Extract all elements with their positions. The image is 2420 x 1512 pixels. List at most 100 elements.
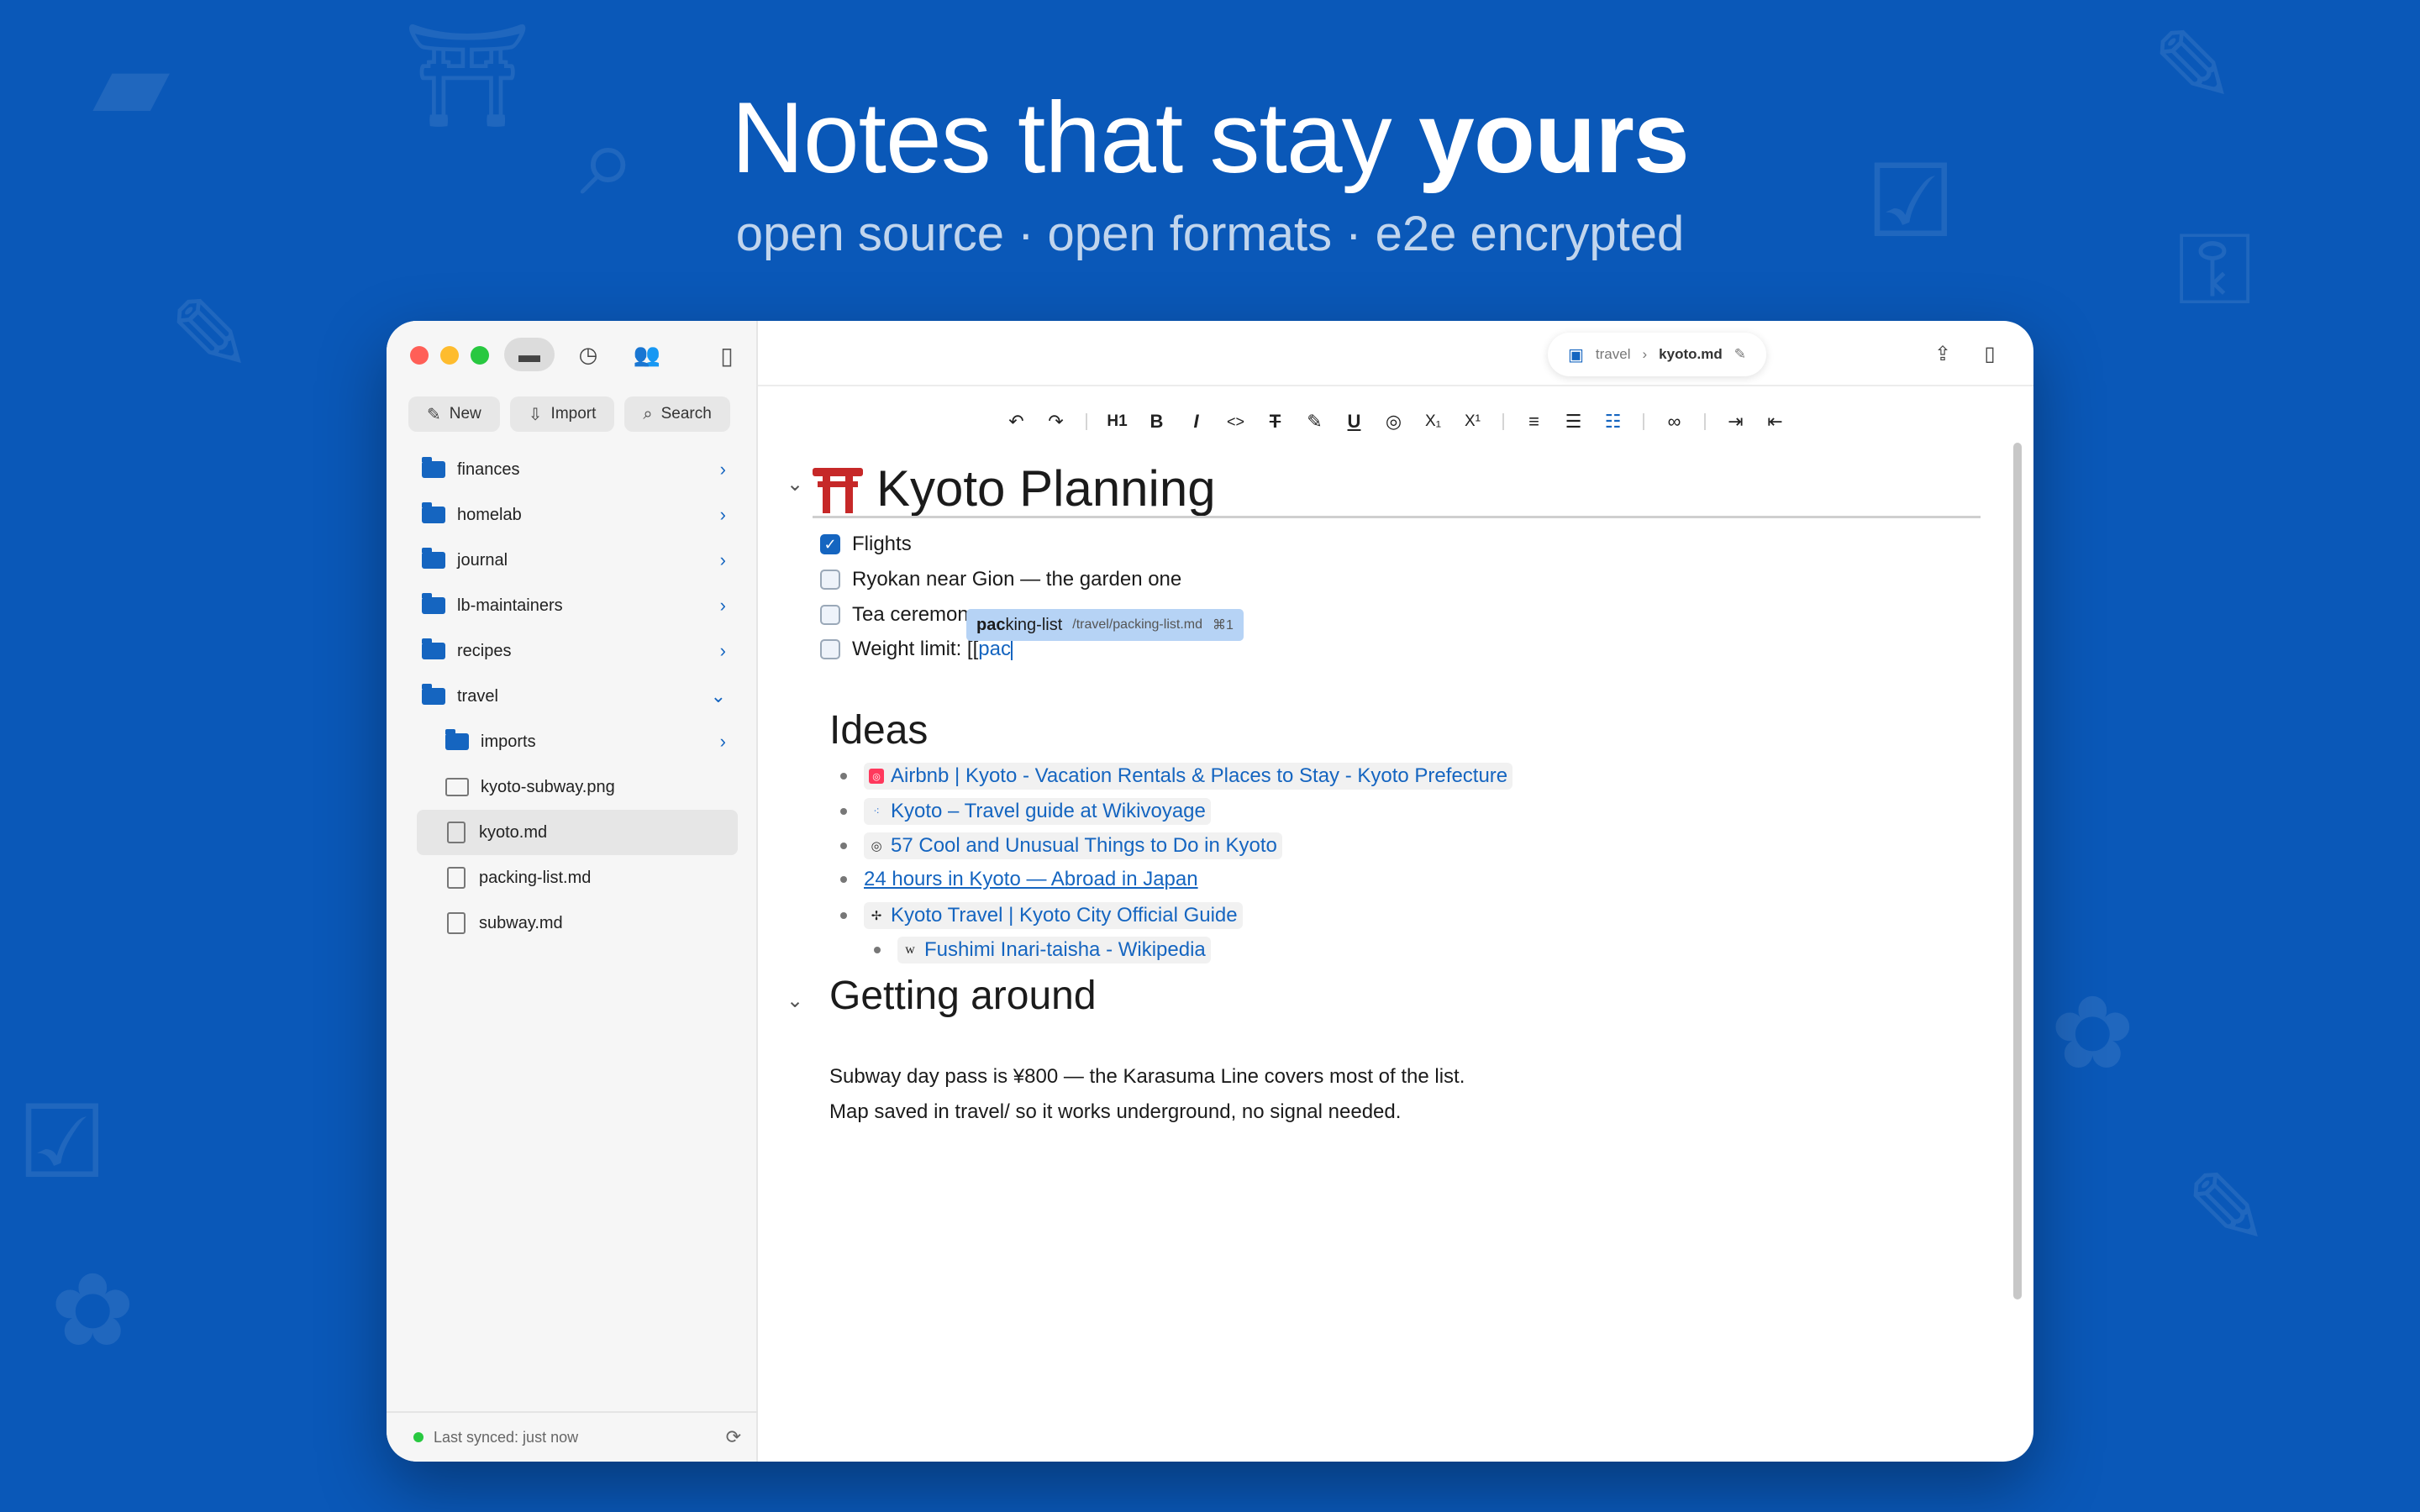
flower-icon: ✿ [50,1254,135,1367]
hero-title-prefix: Notes that stay [731,81,1418,194]
zoom-window-button[interactable] [471,346,489,365]
sync-refresh-icon[interactable]: ⟳ [726,1426,741,1448]
typed-link-query[interactable]: pac [978,638,1011,661]
toolbar-divider [1643,413,1644,430]
outdent-icon[interactable]: ⇤ [1755,405,1795,438]
torii-gate-icon [813,465,863,513]
sync-status-bar: Last synced: just now ⟳ [387,1411,758,1462]
indent-icon[interactable]: ⇥ [1716,405,1755,438]
collapse-heading-chevron-icon[interactable]: ⌄ [786,472,803,496]
new-button[interactable]: ✎ New [408,396,500,432]
suggestion-shortcut: ⌘1 [1212,618,1234,633]
breadcrumb-file[interactable]: kyoto.md [1659,346,1723,363]
ideas-heading: Ideas [829,708,929,753]
tree-item-imports[interactable]: imports › [387,719,758,764]
task-label[interactable]: Ryokan near Gion — the garden one [852,568,1181,591]
link-label: Kyoto Travel | Kyoto City Official Guide [891,904,1238,927]
subscript-button[interactable]: X₁ [1413,405,1453,438]
tree-item-kyoto-subway-png[interactable]: kyoto-subway.png [387,764,758,810]
list-item: ◎ 57 Cool and Unusual Things to Do in Kyo… [840,832,1282,859]
bullet-list-icon[interactable]: ☰ [1554,405,1593,438]
tree-item-homelab[interactable]: homelab › [387,492,758,538]
tree-item-packing-list-md[interactable]: packing-list.md [387,855,758,900]
chevron-right-icon[interactable]: › [720,504,726,526]
highlight-pen-icon[interactable]: ✎ [1295,405,1334,438]
task-checkbox[interactable] [820,639,840,659]
tree-item-label: travel [457,686,498,706]
chevron-down-icon[interactable]: ⌄ [711,685,726,707]
link-chip[interactable]: ⁖ Kyoto – Travel guide at Wikivoyage [864,798,1211,825]
new-button-label: New [449,405,481,423]
pencil-icon: ✎ [168,280,253,392]
close-window-button[interactable] [410,346,429,365]
task-label[interactable]: Tea ceremon [852,603,969,627]
superscript-button[interactable]: X¹ [1453,405,1492,438]
chevron-right-icon[interactable]: › [720,640,726,662]
search-button[interactable]: ⌕ Search [624,396,730,432]
link-chip[interactable]: ◎ 57 Cool and Unusual Things to Do in Kyo… [864,832,1282,859]
recent-tab-clock-icon[interactable]: ◷ [563,338,613,371]
code-button[interactable]: <> [1216,405,1255,438]
heading-button[interactable]: H1 [1097,405,1137,438]
chevron-right-icon[interactable]: › [720,731,726,753]
right-panel-toggle-icon[interactable]: ▯ [1971,336,2008,371]
spoiler-eye-off-icon[interactable]: ◎ [1374,405,1413,438]
chevron-right-icon[interactable]: › [720,549,726,571]
task-list-icon[interactable]: ☷ [1593,405,1633,438]
files-tab-folder-icon[interactable]: ▬ [504,338,555,371]
tree-item-label: imports [481,732,536,751]
bullet [874,947,881,953]
redo-icon[interactable]: ↷ [1036,405,1076,438]
tree-item-label: journal [457,550,508,570]
tree-item-finances[interactable]: finances › [387,447,758,492]
tree-item-lb-maintainers[interactable]: lb-maintainers › [387,583,758,628]
plain-link[interactable]: 24 hours in Kyoto — Abroad in Japan [864,868,1198,891]
suggestion-path: /travel/packing-list.md [1072,617,1202,632]
tree-item-journal[interactable]: journal › [387,538,758,583]
hero-subtitle: open source · open formats · e2e encrypt… [735,207,1685,261]
link-chip[interactable]: ✢ Kyoto Travel | Kyoto City Official Guid… [864,902,1243,929]
flower-icon: ✿ [2050,977,2135,1089]
task-item: Weight limit: [[pac [820,638,1013,661]
breadcrumb: ▣ travel › kyoto.md ✎ [1548,333,1766,376]
collapse-heading-chevron-icon[interactable]: ⌄ [786,989,803,1013]
sidebar-toggle-icon[interactable]: ▯ [713,341,741,370]
task-label[interactable]: Flights [852,533,912,556]
tree-item-recipes[interactable]: recipes › [387,628,758,674]
underline-icon[interactable]: U [1334,405,1374,438]
link-autocomplete-suggestion[interactable]: packing-list /travel/packing-list.md ⌘1 [966,609,1244,641]
task-checkbox[interactable] [820,570,840,590]
undo-icon[interactable]: ↶ [997,405,1036,438]
chevron-right-icon[interactable]: › [720,595,726,617]
task-item: ✓ Flights [820,533,912,556]
format-toolbar: ↶ ↷ H1 B I <> T ✎ U ◎ X₁ X¹ ≡ ☰ ☷ ∞ ⇥ ⇤ [758,405,2033,438]
task-checkbox-checked[interactable]: ✓ [820,534,840,554]
sync-status-text: Last synced: just now [434,1428,579,1446]
folder-icon [422,638,445,659]
list-item: ✢ Kyoto Travel | Kyoto City Official Guid… [840,902,1243,929]
minimize-window-button[interactable] [440,346,459,365]
tree-item-travel[interactable]: travel ⌄ [387,674,758,719]
link-icon[interactable]: ∞ [1655,405,1694,438]
chevron-right-icon[interactable]: › [720,459,726,480]
pencil-icon: ✎ [2185,1153,2270,1266]
shared-tab-people-icon[interactable]: 👥 [622,338,672,371]
rename-pencil-icon[interactable]: ✎ [1734,346,1746,363]
strikethrough-icon[interactable]: T [1255,405,1295,438]
tree-item-subway-md[interactable]: subway.md [387,900,758,946]
task-checkbox[interactable] [820,605,840,625]
tree-item-kyoto-md[interactable]: kyoto.md [417,810,738,855]
numbered-list-icon[interactable]: ≡ [1514,405,1554,438]
breadcrumb-folder[interactable]: travel [1596,346,1631,363]
task-label[interactable]: Weight limit: [[ [852,638,978,661]
share-icon[interactable]: ⇪ [1924,336,1961,371]
editor-scrollbar[interactable] [2013,443,2022,1299]
link-chip[interactable]: ◎ Airbnb | Kyoto - Vacation Rentals & Pla… [864,763,1513,790]
import-button[interactable]: ⇩ Import [509,396,615,432]
tree-item-label: kyoto-subway.png [481,777,615,796]
document-icon [447,822,466,843]
bold-button[interactable]: B [1137,405,1176,438]
folder-icon [422,548,445,569]
link-chip[interactable]: w Fushimi Inari-taisha - Wikipedia [897,937,1211,963]
italic-button[interactable]: I [1176,405,1216,438]
